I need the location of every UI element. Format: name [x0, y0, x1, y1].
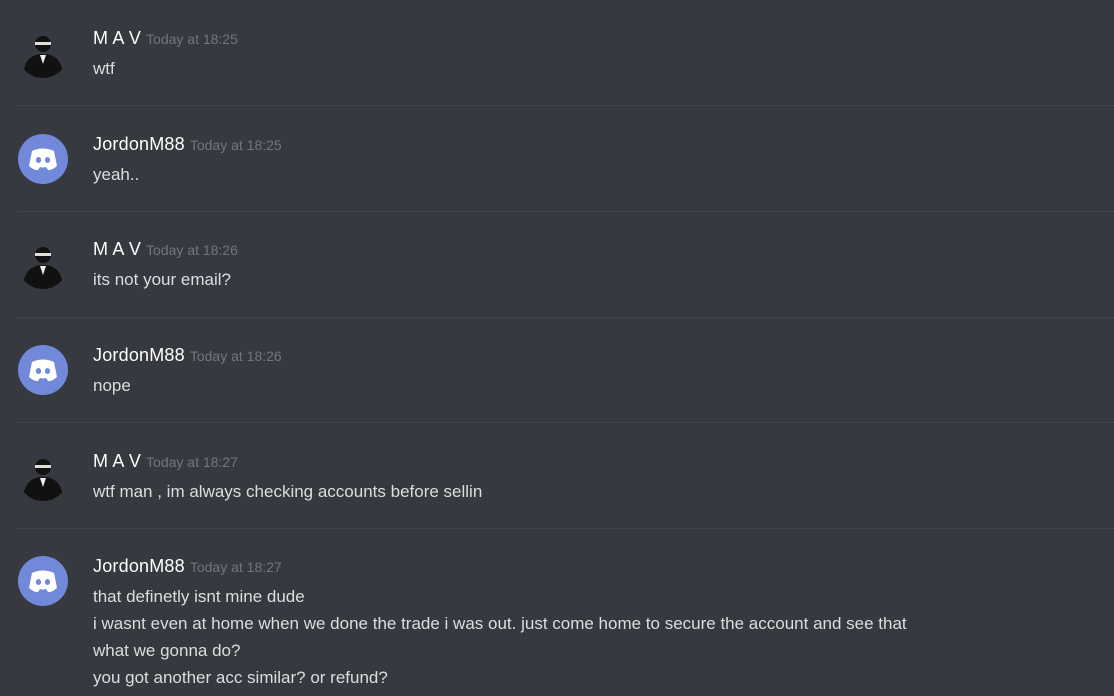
message-text: i wasnt even at home when we done the tr…	[93, 614, 907, 633]
username[interactable]: M A V	[93, 451, 141, 471]
user-avatar[interactable]	[18, 239, 68, 289]
username[interactable]: M A V	[93, 28, 141, 48]
username[interactable]: M A V	[93, 239, 141, 259]
timestamp: Today at 18:26	[189, 348, 282, 364]
username[interactable]: JordonM88	[93, 556, 185, 576]
user-avatar[interactable]	[18, 134, 68, 184]
mav-avatar-icon	[23, 459, 63, 501]
message-divider	[18, 317, 1114, 318]
message-text: what we gonna do?	[93, 641, 241, 660]
mav-avatar-icon	[23, 247, 63, 289]
username[interactable]: JordonM88	[93, 345, 185, 365]
user-avatar[interactable]	[18, 345, 68, 395]
discord-logo-icon	[29, 359, 57, 382]
message-text: its not your email?	[93, 270, 231, 289]
discord-logo-icon	[29, 570, 57, 593]
message-text: yeah..	[93, 165, 140, 184]
message-text: wtf	[93, 59, 115, 78]
message-text: nope	[93, 376, 131, 395]
timestamp: Today at 18:27	[189, 559, 282, 575]
username[interactable]: JordonM88	[93, 134, 185, 154]
message-divider	[18, 422, 1114, 423]
message-divider	[18, 105, 1114, 106]
message-text: you got another acc similar? or refund?	[93, 668, 388, 687]
timestamp: Today at 18:25	[189, 137, 282, 153]
mav-avatar-icon	[23, 36, 63, 78]
message-divider	[18, 528, 1114, 529]
message-text: that definetly isnt mine dude	[93, 587, 305, 606]
chat-messages: M A V Today at 18:25 wtf JordonM88 Today a…	[0, 0, 1114, 696]
user-avatar[interactable]	[18, 28, 68, 78]
timestamp: Today at 18:27	[146, 454, 238, 470]
timestamp: Today at 18:26	[146, 242, 238, 258]
message-text: wtf man , im always checking accounts be…	[93, 482, 483, 501]
message-divider	[18, 211, 1114, 212]
user-avatar[interactable]	[18, 556, 68, 606]
timestamp: Today at 18:25	[146, 31, 238, 47]
discord-logo-icon	[29, 148, 57, 171]
user-avatar[interactable]	[18, 451, 68, 501]
